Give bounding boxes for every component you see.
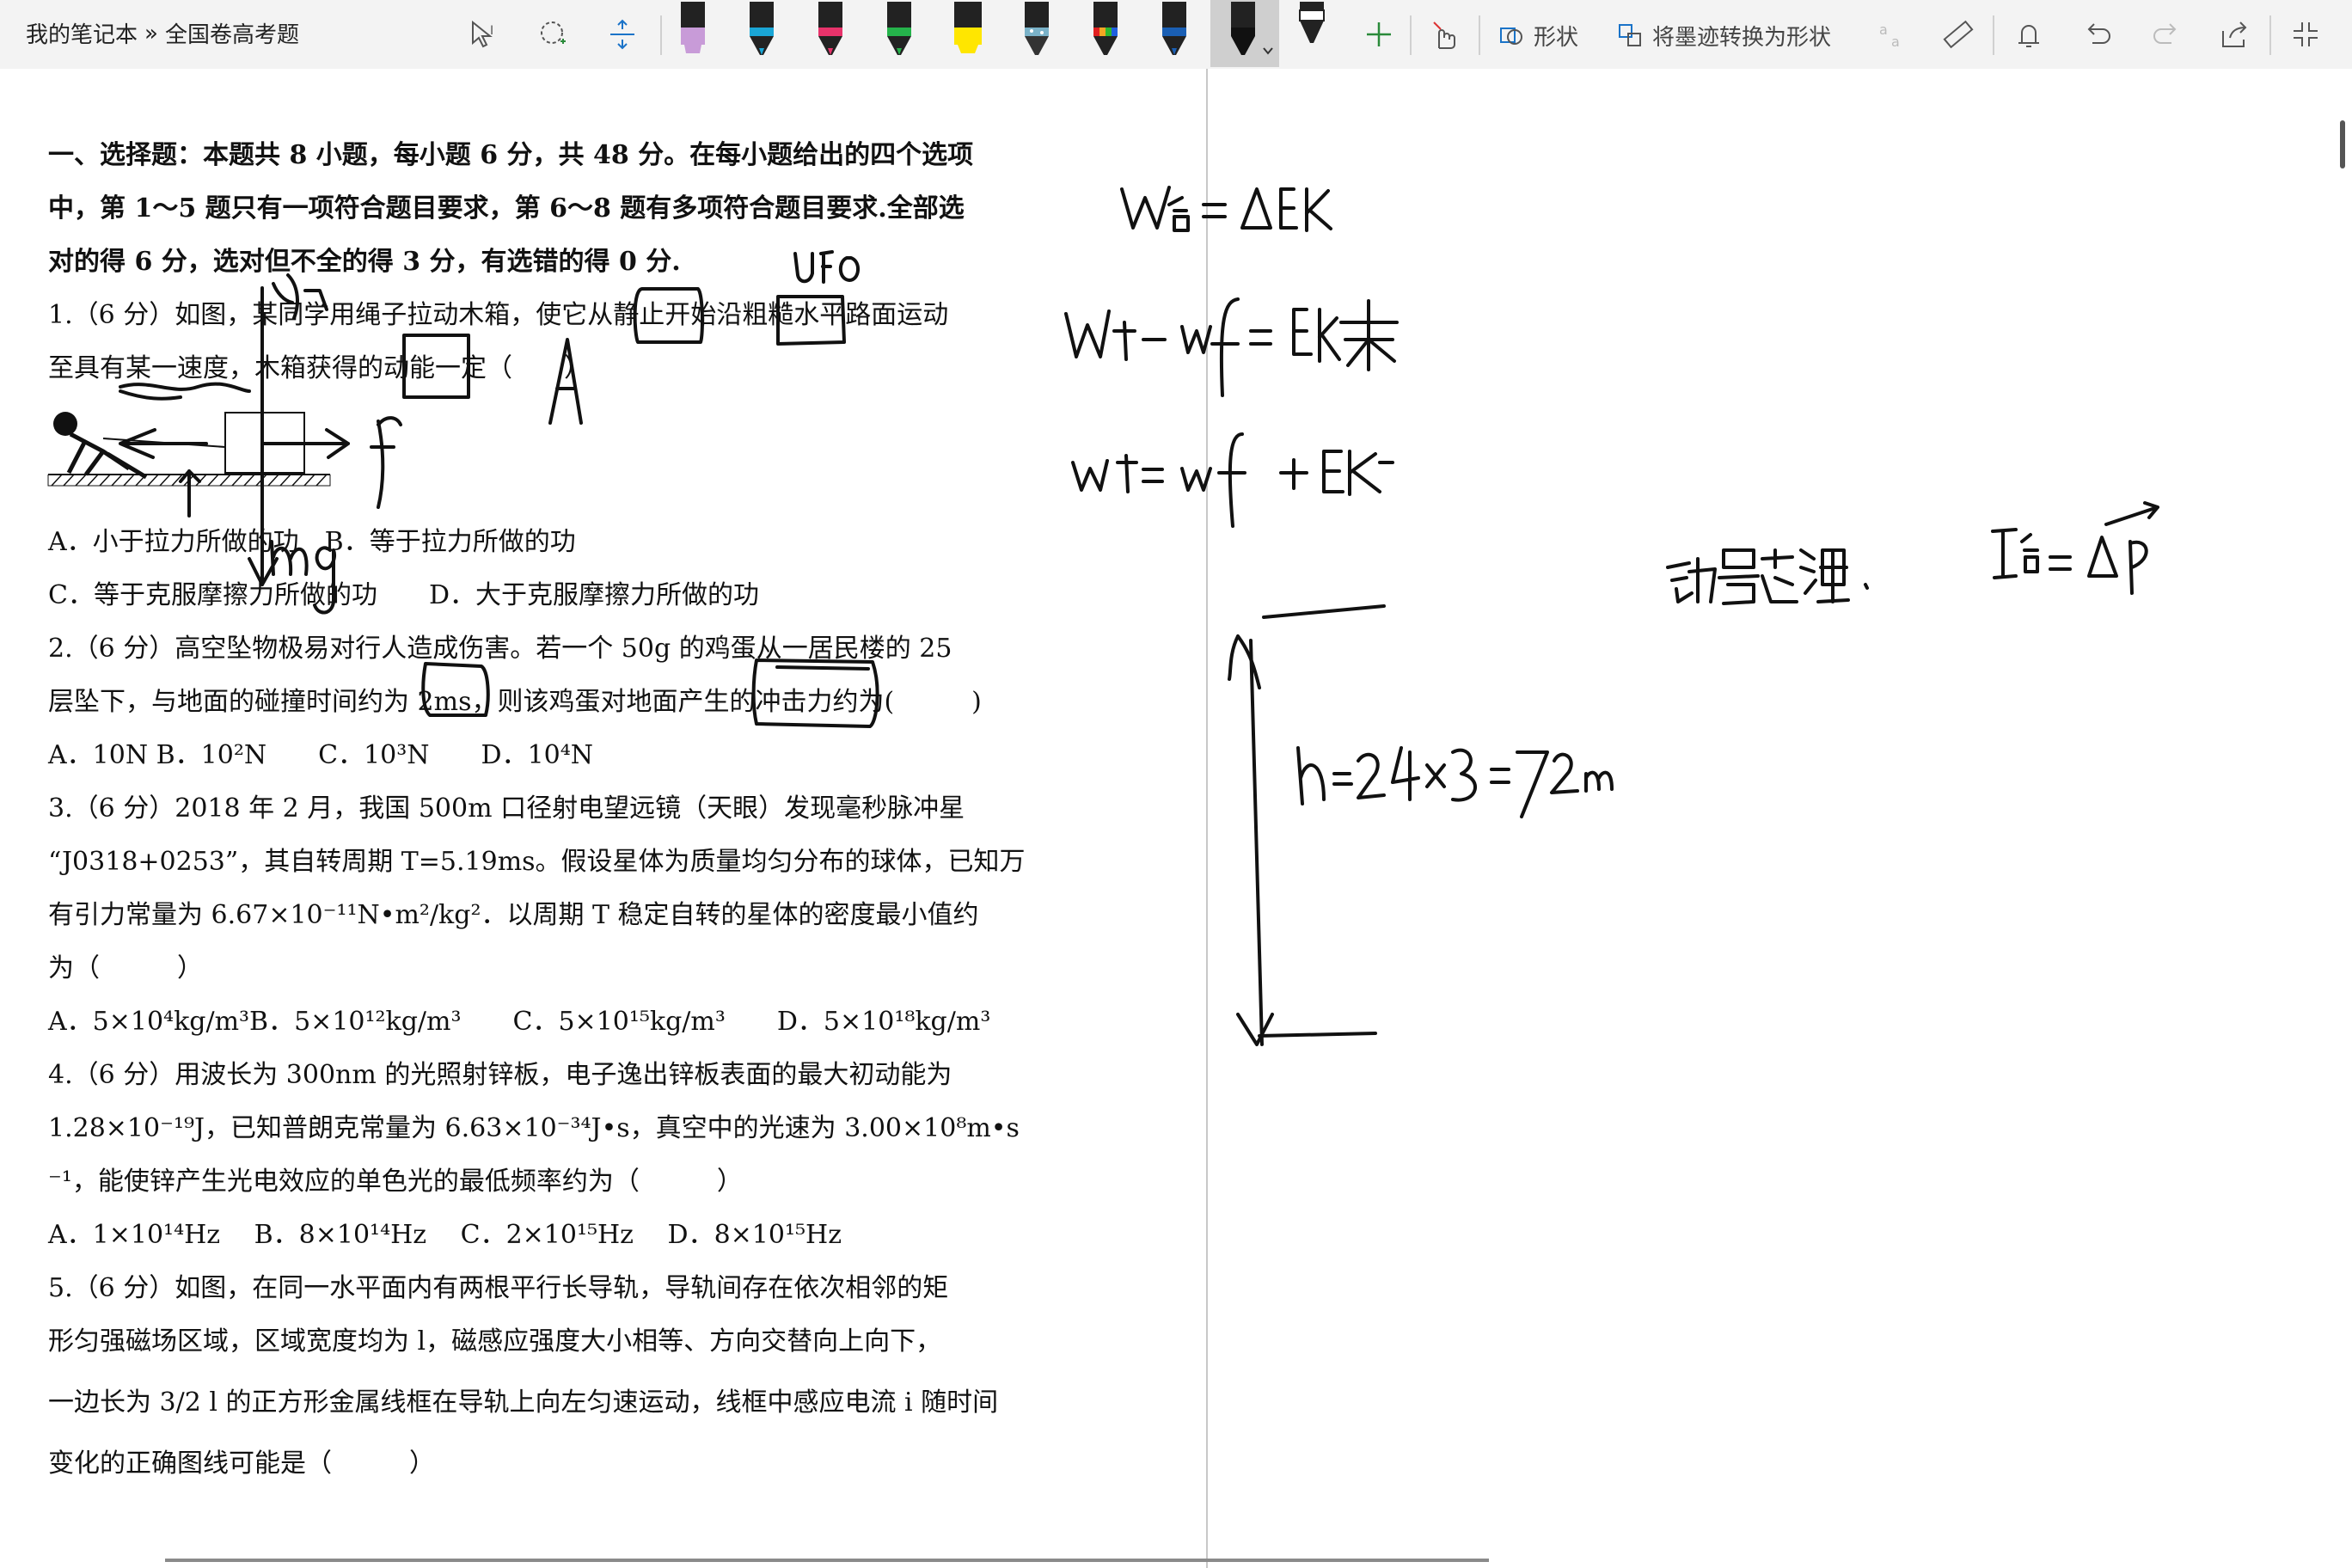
q3-options: A．5×10⁴kg/m³B．5×10¹²kg/m³ C．5×10¹⁵kg/m³ … xyxy=(48,1007,991,1037)
convert-ink-to-shape-button[interactable]: 将墨迹转换为形状 xyxy=(1616,15,1831,55)
q3-line: 为（ ） xyxy=(48,953,203,983)
lasso-select-icon[interactable] xyxy=(530,10,578,58)
q5-line: 一边长为 3/2 l 的正方形金属线框在导轨上向左匀速运动，线框中感应电流 i … xyxy=(48,1387,999,1418)
q1-line: 1.（6 分）如图，某同学用绳子拉动木箱，使它从静止开始沿粗糙水平路面运动 xyxy=(48,300,949,330)
intro-line: 一、选择题：本题共 8 小题，每小题 6 分，共 48 分。在每小题给出的四个选… xyxy=(48,140,974,170)
green-pen-icon[interactable] xyxy=(875,0,923,67)
q4-options: A．1×10¹⁴Hz B．8×10¹⁴Hz C．2×10¹⁵Hz D．8×10¹… xyxy=(48,1220,842,1250)
q2-line: 2.（6 分）高空坠物极易对行人造成伤害。若一个 50g 的鸡蛋从一居民楼的 2… xyxy=(48,634,952,664)
toolbar: 我的笔记本 » 全国卷高考题 I 形状 将墨迹转换为形状 a a xyxy=(0,0,2352,70)
ruler-icon[interactable] xyxy=(1934,10,1982,58)
breadcrumb-separator: » xyxy=(144,20,158,46)
exit-full-screen-icon[interactable] xyxy=(2282,10,2330,58)
blue-pen-icon[interactable] xyxy=(1150,0,1198,67)
q1-figure-space xyxy=(48,395,1002,516)
undo-icon[interactable] xyxy=(2073,10,2122,58)
black-pen-active-icon[interactable] xyxy=(1210,0,1279,67)
q5-line: 变化的正确图线可能是（ ） xyxy=(48,1449,435,1479)
breadcrumb: 我的笔记本 » 全国卷高考题 xyxy=(26,17,299,49)
add-space-icon[interactable] xyxy=(598,10,646,58)
horizontal-scrollbar[interactable] xyxy=(165,1559,1489,1562)
rainbow-pen-icon[interactable] xyxy=(1081,0,1130,67)
q2-options: A．10N B．10²N C．10³N D．10⁴N xyxy=(48,740,594,770)
cyan-pen-icon[interactable] xyxy=(738,0,786,67)
exam-document: 一、选择题：本题共 8 小题，每小题 6 分，共 48 分。在每小题给出的四个选… xyxy=(48,129,1026,1491)
vertical-scrollbar-thumb[interactable] xyxy=(2340,120,2345,168)
q1-option: C．等于克服摩擦力所做的功 D．大于克服摩擦力所做的功 xyxy=(48,580,760,610)
intro-line: 中，第 1～5 题只有一项符合题目要求，第 6～8 题有多项符合题目要求.全部选 xyxy=(48,193,965,224)
ink-to-text-icon[interactable]: aa xyxy=(1867,10,1915,58)
q4-line: ⁻¹，能使锌产生光电效应的单色光的最低频率约为（ ） xyxy=(48,1167,743,1197)
q3-line: 3.（6 分）2018 年 2 月，我国 500m 口径射电望远镜（天眼）发现毫… xyxy=(48,793,965,824)
q3-line: “J0318+0253”，其自转周期 T=5.19ms。假设星体为质量均匀分布的… xyxy=(48,847,1026,877)
q5-line: 形匀强磁场区域，区域宽度均为 l，磁感应强度大小相等、方向交替向上向下， xyxy=(48,1326,942,1357)
breadcrumb-notebook[interactable]: 我的笔记本 xyxy=(26,17,138,49)
q1-line: 至具有某一速度，木箱获得的动能一定（ ） xyxy=(48,353,590,383)
galaxy-pen-icon[interactable] xyxy=(1013,0,1061,67)
convert-shape-icon xyxy=(1619,24,1641,46)
q5-line: 5.（6 分）如图，在同一水平面内有两根平行长导轨，导轨间存在依次相邻的矩 xyxy=(48,1273,949,1303)
q4-line: 4.（6 分）用波长为 300nm 的光照射锌板，电子逸出锌板表面的最大初动能为 xyxy=(48,1060,952,1090)
page-divider xyxy=(1206,69,1208,1568)
share-icon[interactable] xyxy=(2211,10,2259,58)
svg-text:I: I xyxy=(490,24,493,38)
q3-line: 有引力常量为 6.67×10⁻¹¹N•m²/kg²．以周期 T 稳定自转的星体的… xyxy=(48,900,979,930)
black-sketch-pen-icon[interactable] xyxy=(1288,0,1336,67)
type-select-icon[interactable]: I xyxy=(461,10,509,58)
q2-line: 层坠下，与地面的碰撞时间约为 2ms，则该鸡蛋对地面产生的冲击力约为( ) xyxy=(48,687,982,717)
intro-line: 对的得 6 分，选对但不全的得 3 分，有选错的得 0 分. xyxy=(48,247,681,277)
svg-text:a: a xyxy=(1891,34,1900,50)
shapes-button[interactable]: 形状 xyxy=(1498,15,1578,55)
breadcrumb-section[interactable]: 全国卷高考题 xyxy=(165,17,299,49)
add-pen-icon[interactable] xyxy=(1355,10,1403,58)
q1-option: A．小于拉力所做的功 B．等于拉力所做的功 xyxy=(48,527,576,557)
shapes-icon xyxy=(1500,28,1522,45)
convert-label: 将墨迹转换为形状 xyxy=(1652,24,1832,51)
redo-icon[interactable] xyxy=(2142,10,2190,58)
pink-pen-icon[interactable] xyxy=(806,0,854,67)
touch-draw-icon[interactable] xyxy=(1420,10,1468,58)
purple-highlighter-icon[interactable] xyxy=(669,0,717,67)
yellow-highlighter-icon[interactable] xyxy=(944,0,992,67)
svg-text:a: a xyxy=(1879,21,1888,38)
shapes-label: 形状 xyxy=(1534,24,1579,51)
q4-line: 1.28×10⁻¹⁹J，已知普朗克常量为 6.63×10⁻³⁴J•s，真空中的光… xyxy=(48,1113,1020,1143)
ink-replay-icon[interactable] xyxy=(2005,10,2053,58)
